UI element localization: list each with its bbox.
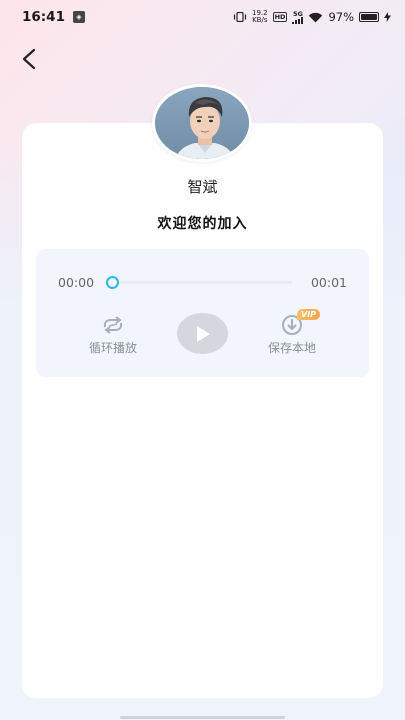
loop-icon bbox=[103, 316, 123, 334]
cell-signal: 5G bbox=[292, 10, 304, 24]
notification-app-icon: ◈ bbox=[72, 11, 85, 23]
chevron-left-icon bbox=[22, 48, 36, 70]
progress-track[interactable] bbox=[112, 281, 292, 284]
total-time: 00:01 bbox=[310, 275, 347, 290]
status-time: 16:41 bbox=[22, 9, 65, 25]
welcome-text: 欢迎您的加入 bbox=[157, 216, 248, 232]
hd-badge: HD bbox=[272, 12, 288, 22]
play-icon bbox=[196, 325, 210, 342]
charging-bolt-icon bbox=[384, 12, 391, 22]
save-local-button[interactable]: VIP 保存本地 bbox=[252, 309, 332, 356]
current-time: 00:00 bbox=[58, 275, 95, 290]
back-button[interactable] bbox=[14, 44, 44, 74]
vip-badge: VIP bbox=[297, 309, 321, 320]
status-bar: 16:41 ◈ 19.2 KB/s HD 5G 97% bbox=[0, 0, 405, 34]
audio-player: 00:00 00:01 循环播放 VIP 保存本地 bbox=[36, 249, 369, 377]
save-label: 保存本地 bbox=[267, 341, 316, 355]
battery-fill bbox=[361, 14, 377, 20]
wifi-icon bbox=[309, 12, 323, 22]
user-name: 智斌 bbox=[187, 178, 218, 196]
progress-knob[interactable] bbox=[106, 276, 119, 289]
home-indicator bbox=[120, 716, 285, 719]
battery-icon bbox=[359, 12, 379, 22]
avatar-portrait-icon bbox=[155, 87, 249, 159]
loop-play-button[interactable]: 循环播放 bbox=[73, 313, 153, 356]
profile-card bbox=[22, 123, 383, 698]
loop-label: 循环播放 bbox=[88, 341, 137, 355]
battery-percent: 97% bbox=[328, 10, 354, 24]
avatar bbox=[152, 84, 252, 164]
play-button[interactable] bbox=[177, 313, 228, 354]
net-speed: 19.2 KB/s bbox=[252, 10, 268, 24]
signal-bars-icon bbox=[292, 16, 304, 24]
vibrate-icon bbox=[233, 12, 247, 22]
net-speed-unit: KB/s bbox=[252, 16, 268, 24]
